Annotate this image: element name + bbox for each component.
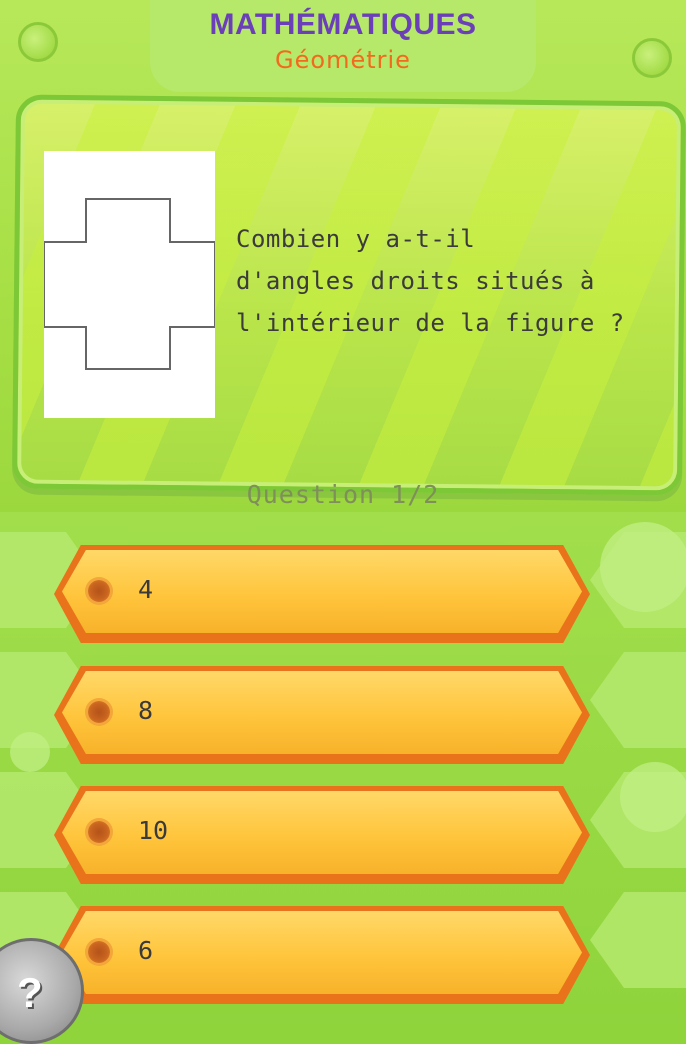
bullet-icon	[88, 821, 110, 843]
question-mark-icon: ?	[17, 969, 43, 1016]
answer-label: 10	[138, 816, 169, 845]
answer-option-2[interactable]: 8	[54, 666, 590, 764]
decor-bubble	[10, 732, 50, 772]
decor-bubble	[600, 522, 686, 612]
answer-label: 6	[138, 936, 154, 965]
question-line: l'intérieur de la figure ?	[236, 309, 625, 337]
bullet-icon	[88, 941, 110, 963]
question-text: Combien y a-t-il d'angles droits situés …	[236, 218, 656, 344]
bullet-icon	[88, 580, 110, 602]
subject-title: MATHÉMATIQUES	[209, 8, 477, 41]
figure-image	[43, 151, 216, 418]
question-counter: Question 1/2	[246, 480, 440, 509]
answer-option-3[interactable]: 10	[54, 786, 590, 884]
answer-option-1[interactable]: 4	[54, 545, 590, 643]
decor-bubble	[620, 762, 686, 832]
answer-option-4[interactable]: 6	[54, 906, 590, 1004]
cross-figure	[43, 198, 216, 370]
question-line: d'angles droits situés à	[236, 267, 595, 295]
top-screen: MATHÉMATIQUES Géométrie Combien y a-t-il…	[0, 0, 686, 512]
answer-label: 4	[138, 575, 154, 604]
answer-label: 8	[138, 696, 154, 725]
decor-hexagon	[590, 892, 686, 988]
decor-hexagon	[590, 652, 686, 748]
bullet-icon	[88, 701, 110, 723]
topic-subtitle: Géométrie	[275, 46, 411, 74]
question-line: Combien y a-t-il	[236, 225, 476, 253]
